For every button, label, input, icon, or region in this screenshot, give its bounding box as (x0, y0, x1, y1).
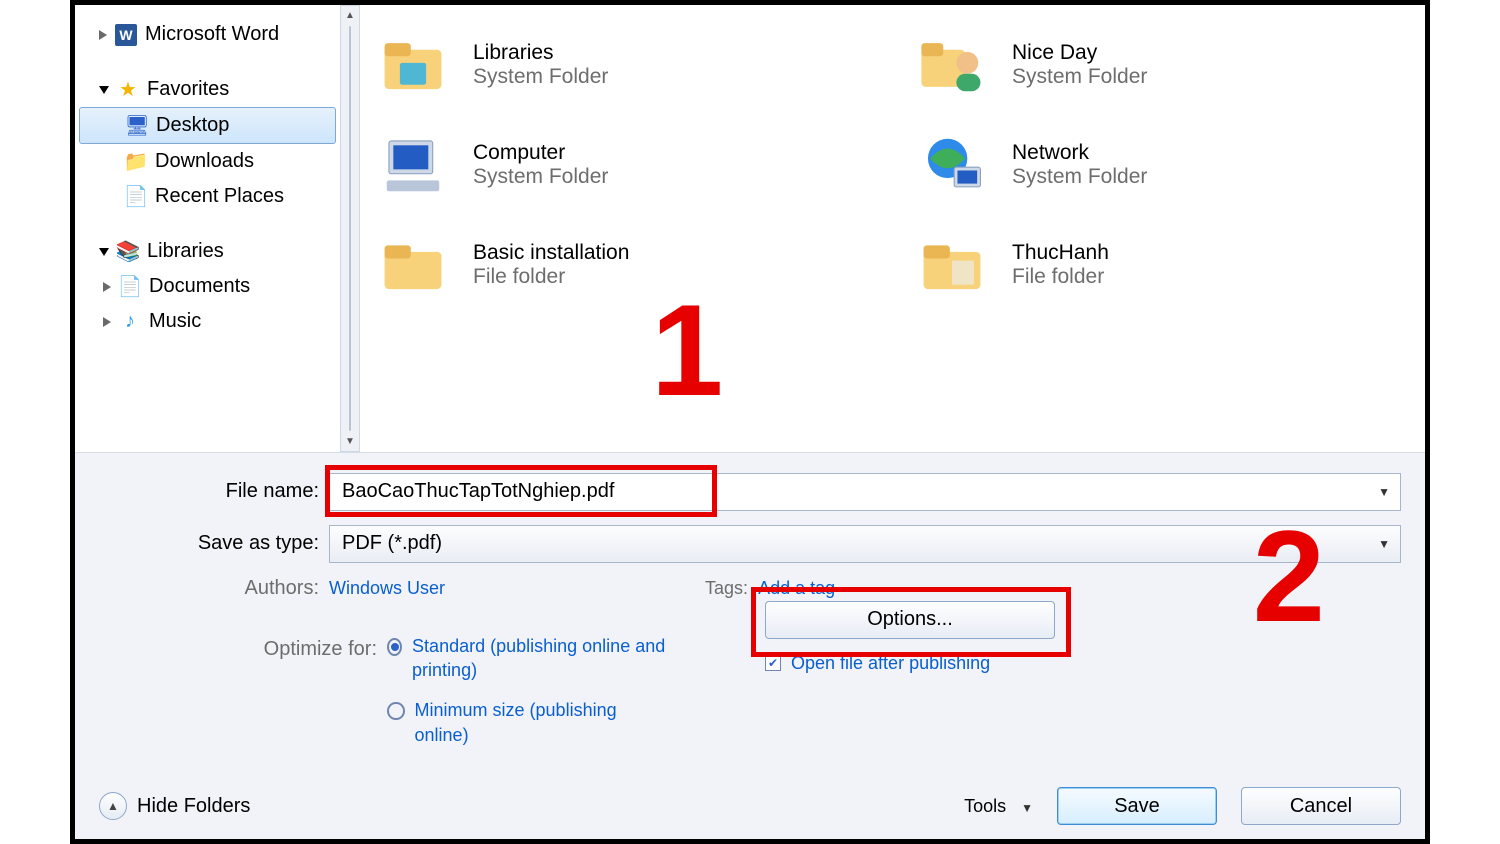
nav-desktop-label: Desktop (156, 114, 229, 137)
expand-icon[interactable] (103, 317, 111, 327)
collapse-icon[interactable] (99, 86, 109, 94)
radio-standard[interactable] (387, 638, 402, 656)
item-name: ThucHanh (1012, 241, 1109, 265)
list-item[interactable]: Libraries System Folder (377, 15, 876, 115)
nav-documents-label: Documents (149, 275, 250, 298)
item-sub: System Folder (473, 65, 608, 89)
item-sub: File folder (473, 265, 629, 289)
nav-favorites[interactable]: ★ Favorites (75, 72, 340, 107)
options-button[interactable]: Options... (765, 601, 1055, 639)
music-icon: ♪ (119, 311, 141, 333)
authors-value[interactable]: Windows User (329, 578, 445, 599)
nav-recent-label: Recent Places (155, 185, 284, 208)
nav-tree: W Microsoft Word ★ Favorites 🖥 Desktop 📁… (75, 5, 341, 452)
saveastype-value: PDF (*.pdf) (342, 532, 442, 555)
dropdown-icon[interactable]: ▼ (1378, 537, 1390, 551)
list-item[interactable]: ThucHanh File folder (916, 215, 1415, 315)
list-item[interactable]: Nice Day System Folder (916, 15, 1415, 115)
authors-label: Authors: (99, 577, 329, 600)
libraries-icon: 📚 (117, 241, 139, 263)
save-panel: File name: BaoCaoThucTapTotNghiep.pdf ▼ … (75, 452, 1425, 839)
item-name: Basic installation (473, 241, 629, 265)
open-after-checkbox[interactable]: ✔ (765, 655, 781, 671)
dropdown-icon[interactable]: ▼ (1378, 485, 1390, 499)
filename-label: File name: (99, 480, 329, 503)
annotation-2: 2 (1253, 501, 1325, 651)
tags-label: Tags: (705, 578, 748, 599)
item-name: Network (1012, 141, 1147, 165)
computer-icon (377, 129, 449, 201)
nav-desktop[interactable]: 🖥 Desktop (79, 107, 336, 144)
radio-minimum[interactable] (387, 702, 405, 720)
item-name: Libraries (473, 41, 608, 65)
item-name: Computer (473, 141, 608, 165)
documents-icon: 📄 (119, 276, 141, 298)
hide-folders-toggle[interactable]: ▲ (99, 792, 127, 820)
nav-favorites-label: Favorites (147, 78, 229, 101)
expand-icon[interactable] (99, 30, 107, 40)
annotation-1: 1 (651, 275, 723, 425)
word-icon: W (115, 24, 137, 46)
saveastype-select[interactable]: PDF (*.pdf) ▼ (329, 525, 1401, 563)
open-after-label[interactable]: Open file after publishing (791, 653, 990, 674)
nav-word[interactable]: W Microsoft Word (75, 17, 340, 52)
list-item[interactable]: Network System Folder (916, 115, 1415, 215)
item-sub: File folder (1012, 265, 1109, 289)
desktop-icon: 🖥 (126, 115, 148, 137)
folder-icon: 📁 (125, 151, 147, 173)
libraries-folder-icon (377, 29, 449, 101)
opt-minimum-label[interactable]: Minimum size (publishing online) (415, 698, 667, 747)
nav-music[interactable]: ♪ Music (75, 304, 340, 339)
hide-folders-label: Hide Folders (137, 795, 250, 818)
save-button[interactable]: Save (1057, 787, 1217, 825)
save-button-label: Save (1114, 795, 1160, 818)
item-sub: System Folder (1012, 65, 1147, 89)
nav-downloads[interactable]: 📁 Downloads (75, 144, 340, 179)
options-button-label: Options... (867, 608, 953, 631)
folder-icon (916, 229, 988, 301)
expand-icon[interactable] (103, 282, 111, 292)
optimize-label: Optimize for: (99, 634, 387, 747)
filename-input[interactable]: BaoCaoThucTapTotNghiep.pdf ▼ (329, 473, 1401, 511)
item-sub: System Folder (473, 165, 608, 189)
nav-documents[interactable]: 📄 Documents (75, 269, 340, 304)
recent-icon: 📄 (125, 186, 147, 208)
nav-libraries[interactable]: 📚 Libraries (75, 234, 340, 269)
tags-hint[interactable]: Add a tag (758, 578, 835, 599)
cancel-button-label: Cancel (1290, 795, 1352, 818)
saveastype-label: Save as type: (99, 532, 329, 555)
folder-icon (377, 229, 449, 301)
tools-menu[interactable]: Tools ▼ (964, 796, 1033, 817)
network-icon (916, 129, 988, 201)
list-item[interactable]: Basic installation File folder (377, 215, 876, 315)
user-folder-icon (916, 29, 988, 101)
file-grid[interactable]: Libraries System Folder Nice Day System … (341, 5, 1425, 452)
star-icon: ★ (117, 79, 139, 101)
dropdown-icon: ▼ (1021, 801, 1033, 815)
tools-label: Tools (964, 796, 1006, 816)
nav-downloads-label: Downloads (155, 150, 254, 173)
item-name: Nice Day (1012, 41, 1147, 65)
nav-libraries-label: Libraries (147, 240, 224, 263)
item-sub: System Folder (1012, 165, 1147, 189)
nav-music-label: Music (149, 310, 201, 333)
opt-standard-label[interactable]: Standard (publishing online and printing… (412, 634, 667, 683)
filename-value: BaoCaoThucTapTotNghiep.pdf (342, 480, 614, 503)
list-item[interactable]: Computer System Folder (377, 115, 876, 215)
collapse-icon[interactable] (99, 248, 109, 256)
nav-word-label: Microsoft Word (145, 23, 279, 46)
cancel-button[interactable]: Cancel (1241, 787, 1401, 825)
nav-recent[interactable]: 📄 Recent Places (75, 179, 340, 214)
